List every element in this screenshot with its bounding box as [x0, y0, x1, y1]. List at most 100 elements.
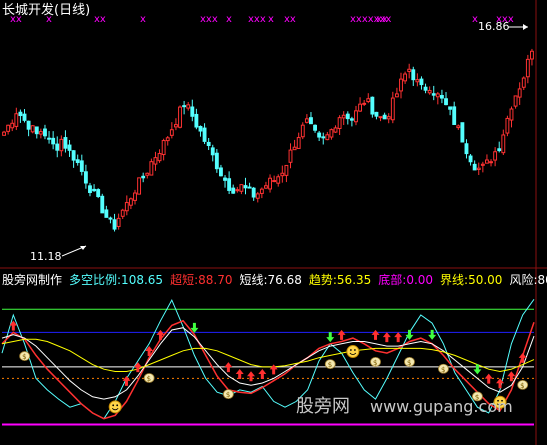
legend-dibu: 底部:0.00: [378, 272, 433, 287]
candle-body: [464, 143, 469, 155]
smiley-eye: [353, 349, 356, 351]
legend-chaoduan: 超短:88.70: [170, 272, 232, 287]
watermark-text: 股旁网: [296, 396, 350, 417]
candle-body: [83, 171, 88, 184]
candle-body: [149, 161, 154, 176]
legend-qushi: 趋势:56.35: [309, 273, 371, 287]
money-bag-symbol: $: [407, 359, 411, 367]
candle-body: [10, 122, 15, 129]
candle-body: [34, 126, 39, 135]
candle-body: [333, 127, 338, 133]
signal-marker: xx: [94, 14, 106, 25]
watermark-url: www.gupang.com: [370, 397, 513, 416]
candle-body: [313, 124, 317, 131]
candle-body: [358, 103, 363, 112]
candle-body: [190, 106, 195, 117]
smiley-eye: [112, 404, 115, 407]
candle-body: [280, 172, 285, 177]
candle-body: [219, 167, 223, 177]
candle-body: [173, 124, 178, 128]
candle-body: [178, 106, 182, 128]
candle-body: [120, 209, 125, 217]
candle-body: [255, 193, 260, 199]
candle-body: [382, 114, 387, 120]
signal-marker: xxx: [200, 14, 218, 25]
signal-marker: x: [268, 14, 274, 25]
candle-body: [198, 125, 203, 132]
candle-body: [317, 132, 322, 138]
candle-body: [337, 117, 342, 129]
legend-jiexian: 界线:50.00: [440, 273, 502, 287]
money-bag-symbol: $: [373, 359, 377, 367]
candle-body: [100, 195, 105, 214]
candle-body: [112, 219, 117, 230]
candle-body: [292, 146, 297, 151]
candle-body: [288, 149, 293, 163]
candle-body: [182, 105, 187, 108]
candle-body: [296, 137, 301, 149]
candle-body: [366, 98, 371, 103]
candle-body: [133, 192, 137, 201]
candle-body: [223, 177, 227, 181]
candle-body: [272, 180, 277, 183]
candle-body: [92, 188, 97, 192]
candle-body: [169, 129, 174, 136]
signal-marker: x: [226, 14, 232, 25]
candle-body: [145, 172, 150, 176]
candle-body: [505, 117, 510, 134]
candle-body: [43, 128, 47, 137]
candle-body: [423, 86, 428, 91]
candle-body: [26, 120, 31, 130]
smiley-icon: [346, 345, 360, 359]
candle-body: [161, 140, 166, 156]
candle-body: [124, 202, 129, 212]
candle-body: [268, 177, 272, 190]
candle-body: [309, 117, 313, 125]
candle-body: [407, 68, 412, 72]
candle-body: [489, 161, 493, 164]
candle-body: [370, 96, 375, 115]
money-bag-symbol: $: [441, 366, 445, 374]
candle-body: [210, 147, 215, 156]
money-bag-symbol: $: [226, 391, 230, 399]
candle-body: [485, 159, 489, 164]
candle-body: [239, 184, 244, 192]
candle-body: [63, 137, 68, 149]
candle-body: [497, 148, 502, 152]
candle-body: [460, 122, 465, 143]
candle-body: [431, 93, 436, 96]
candle-body: [411, 69, 416, 81]
candle-body: [349, 118, 354, 121]
candle-body: [378, 116, 383, 119]
candle-body: [468, 155, 473, 163]
candle-body: [108, 217, 113, 220]
candle-body: [75, 159, 80, 163]
candle-body: [476, 167, 481, 170]
candle-body: [141, 175, 146, 179]
candle-body: [403, 73, 408, 82]
money-bag-symbol: $: [22, 353, 26, 361]
candle-body: [206, 141, 211, 147]
money-bag-symbol: $: [147, 375, 151, 383]
candle-body: [325, 134, 330, 141]
candle-body: [394, 93, 399, 98]
legend-name: 股旁网制作: [2, 272, 62, 287]
candle-body: [472, 163, 477, 171]
candle-body: [415, 79, 420, 83]
candle-body: [448, 106, 453, 110]
candle-body: [165, 137, 170, 142]
candle-body: [427, 90, 432, 94]
signal-marker: xx: [284, 14, 296, 25]
money-bag-symbol: $: [328, 361, 332, 369]
candle-body: [137, 177, 142, 195]
signal-marker: x: [140, 14, 146, 25]
candle-body: [231, 187, 236, 194]
candle-body: [55, 143, 60, 151]
candle-body: [59, 138, 64, 152]
candle-body: [214, 152, 219, 170]
candle-body: [456, 125, 461, 129]
candle-body: [501, 134, 506, 154]
candle-body: [509, 108, 514, 121]
candle-body: [96, 189, 101, 197]
legend-duanxian: 短线:76.68: [239, 273, 301, 287]
